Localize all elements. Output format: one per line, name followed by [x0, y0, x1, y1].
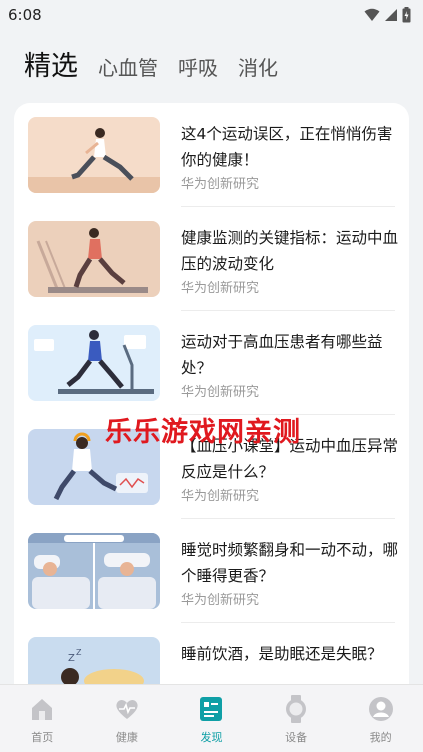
tab-cardiovascular[interactable]: 心血管: [98, 52, 158, 81]
svg-text:Z: Z: [76, 648, 82, 657]
nav-health-label: 健康: [115, 731, 138, 744]
heart-icon: [113, 695, 141, 723]
article-item[interactable]: 这4个运动误区，正在悄悄伤害你的健康！ 华为创新研究: [14, 103, 409, 207]
profile-icon: [367, 695, 395, 723]
bottom-navigation: 首页 健康 发现 设备 我的: [0, 684, 423, 752]
signal-icon: [385, 9, 397, 21]
nav-devices-label: 设备: [285, 731, 308, 744]
article-title: 健康监测的关键指标：运动中血压的波动变化: [181, 229, 399, 273]
treadmill-running-illustration: [28, 221, 160, 297]
nav-discover[interactable]: 发现: [181, 695, 241, 745]
article-item[interactable]: 健康监测的关键指标：运动中血压的波动变化 华为创新研究: [14, 207, 409, 311]
battery-icon: [402, 7, 411, 23]
category-tabs: 精选 心血管 呼吸 消化: [24, 44, 278, 84]
tab-digestion[interactable]: 消化: [238, 52, 278, 81]
sleeping-comparison-illustration: [28, 533, 160, 609]
wifi-icon: [364, 8, 380, 21]
svg-text:Z: Z: [68, 653, 75, 664]
nav-home-label: 首页: [31, 731, 54, 744]
article-title: 运动对于高血压患者有哪些益处？: [181, 333, 383, 377]
article-item[interactable]: 运动对于高血压患者有哪些益处？ 华为创新研究: [14, 311, 409, 415]
watermark-text: 乐乐游戏网亲测: [105, 417, 301, 448]
treadmill-monitor-illustration: [28, 325, 160, 401]
tab-featured[interactable]: 精选: [24, 44, 78, 83]
nav-health[interactable]: 健康: [97, 695, 157, 745]
nav-discover-label: 发现: [200, 731, 223, 744]
article-title: 睡觉时频繁翻身和一动不动，哪个睡得更香？: [181, 541, 399, 585]
article-title: 睡前饮酒，是助眠还是失眠？: [181, 645, 383, 663]
home-icon: [28, 695, 56, 723]
nav-home[interactable]: 首页: [12, 695, 72, 745]
article-item[interactable]: 睡觉时频繁翻身和一动不动，哪个睡得更香？ 华为创新研究: [14, 519, 409, 623]
article-source: 华为创新研究: [181, 177, 260, 192]
article-source: 华为创新研究: [181, 385, 260, 400]
nav-devices[interactable]: 设备: [266, 695, 326, 745]
article-list: 这4个运动误区，正在悄悄伤害你的健康！ 华为创新研究 健康监测的关键指标：运动中…: [14, 103, 409, 703]
status-icons: [364, 7, 411, 23]
article-source: 华为创新研究: [181, 593, 260, 608]
article-source: 华为创新研究: [181, 489, 260, 504]
nav-profile[interactable]: 我的: [351, 695, 411, 745]
status-bar: 6:08: [0, 0, 423, 30]
discover-icon: [197, 695, 225, 723]
status-time: 6:08: [8, 6, 42, 24]
article-title: 这4个运动误区，正在悄悄伤害你的健康！: [181, 125, 393, 169]
watch-icon: [282, 695, 310, 723]
nav-profile-label: 我的: [369, 731, 392, 744]
article-source: 华为创新研究: [181, 281, 260, 296]
lunge-exercise-illustration: [28, 117, 160, 193]
tab-respiratory[interactable]: 呼吸: [178, 52, 218, 81]
